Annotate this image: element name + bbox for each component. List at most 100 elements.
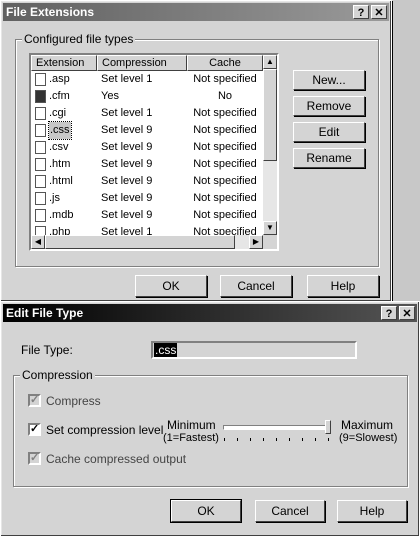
table-row[interactable]: .csv Set level 9 Not specified [31,139,269,156]
cancel-button[interactable]: Cancel [220,275,292,297]
column-header-extension[interactable]: Extension [31,55,97,71]
extension-cell: .asp [49,73,70,85]
compress-label: Compress [46,394,101,408]
cache-compressed-output-label: Cache compressed output [46,452,187,466]
slider-tick [315,438,316,441]
compression-cell: Set level 9 [101,124,153,136]
file-icon [35,141,46,154]
table-row[interactable]: .mdb Set level 9 Not specified [31,207,269,224]
extension-cell: .csv [49,141,69,153]
file-icon [35,73,46,86]
scroll-up-button[interactable]: ▲ [263,55,277,69]
table-row[interactable]: .cgi Set level 1 Not specified [31,105,269,122]
set-compression-level-checkbox[interactable]: ✓ [28,423,41,436]
edit-file-type-titlebar[interactable]: Edit File Type ? ✕ [3,304,417,322]
cache-compressed-output-checkbox[interactable]: ✓ [28,452,41,465]
special-file-icon [35,90,46,103]
slider-tick [250,438,251,441]
compression-cell: Set level 9 [101,209,153,221]
file-icon [35,158,46,171]
slider-max-sublabel: (9=Slowest) [339,432,398,444]
slider-tick [289,438,290,441]
close-icon: ✕ [374,7,384,19]
close-button[interactable]: ✕ [399,306,415,320]
compression-cell: Set level 1 [101,107,153,119]
edit-button[interactable]: Edit [293,122,365,142]
extension-cell: .cfm [49,90,70,102]
table-row[interactable]: .cfm Yes No [31,88,269,105]
compress-checkbox[interactable]: ✓ [28,394,41,407]
dialog-title: File Extensions [6,5,95,19]
cancel-button[interactable]: Cancel [255,500,325,522]
cache-cell: Not specified [193,158,257,170]
cache-cell: Not specified [193,141,257,153]
table-row[interactable]: .htm Set level 9 Not specified [31,156,269,173]
help-title-button[interactable]: ? [381,306,397,320]
scroll-left-button[interactable]: ◀ [31,235,45,249]
extension-cell: .html [49,175,73,187]
slider-track [223,425,331,430]
file-icon [35,107,46,120]
scroll-down-button[interactable]: ▼ [263,221,277,235]
slider-max-label: Maximum [341,418,394,432]
compression-level-slider[interactable] [221,420,333,444]
dialog-title: Edit File Type [6,306,84,320]
table-row[interactable]: .html Set level 9 Not specified [31,173,269,190]
extension-cell: .mdb [49,209,74,221]
scroll-thumb[interactable] [263,69,277,161]
extension-cell: .cgi [49,107,67,119]
file-types-list[interactable]: Extension Compression Cache .asp Set leve… [29,53,279,251]
cache-cell: Not specified [193,192,257,204]
group-label: Configured file types [22,32,136,46]
column-header-compression[interactable]: Compression [97,55,187,71]
edit-file-type-dialog: Edit File Type ? ✕ File Type: .css Compr… [0,301,420,537]
cache-cell: Not specified [193,73,257,85]
cache-cell: Not specified [193,209,257,221]
cache-cell: Not specified [193,107,257,119]
slider-tick [276,438,277,441]
help-button[interactable]: Help [307,275,379,297]
new-button[interactable]: New... [293,70,365,90]
rename-button[interactable]: Rename [293,148,365,168]
extension-cell: .js [49,192,60,204]
file-type-value: .css [154,343,178,357]
vertical-scrollbar[interactable]: ▲ ▼ [263,55,277,235]
scroll-corner [263,235,277,249]
file-type-label: File Type: [21,343,73,357]
close-button[interactable]: ✕ [371,5,387,19]
slider-thumb[interactable] [325,420,331,434]
slider-tick [302,438,303,441]
slider-tick [224,438,225,441]
compression-cell: Set level 9 [101,158,153,170]
cache-cell: No [217,90,233,102]
horizontal-scroll-thumb[interactable] [45,235,235,249]
compression-group-label: Compression [20,368,95,382]
file-extensions-dialog: File Extensions ? ✕ Configured file type… [0,0,392,302]
slider-min-sublabel: (1=Fastest) [163,432,219,444]
file-icon [35,209,46,222]
cache-cell: Not specified [193,124,257,136]
slider-min-label: Minimum [167,418,216,432]
extension-cell: .htm [49,158,71,170]
help-button[interactable]: Help [337,500,407,522]
extension-cell: .css [48,121,72,140]
file-type-field[interactable]: .css [151,341,357,359]
help-title-button[interactable]: ? [353,5,369,19]
ok-button[interactable]: OK [135,275,207,297]
remove-button[interactable]: Remove [293,96,365,116]
column-header-cache[interactable]: Cache [187,55,263,71]
file-extensions-titlebar[interactable]: File Extensions ? ✕ [3,3,389,21]
compression-cell: Set level 9 [101,192,153,204]
ok-button[interactable]: OK [170,499,242,523]
file-icon [35,124,46,137]
close-icon: ✕ [402,308,412,320]
table-row[interactable]: .js Set level 9 Not specified [31,190,269,207]
horizontal-scrollbar[interactable]: ◀ ▶ [31,235,263,249]
slider-tick [237,438,238,441]
file-icon [35,175,46,188]
scroll-right-button[interactable]: ▶ [249,235,263,249]
compression-cell: Set level 9 [101,175,153,187]
table-row[interactable]: .asp Set level 1 Not specified [31,71,269,88]
slider-tick [328,438,329,441]
table-row[interactable]: .css Set level 9 Not specified [31,121,269,140]
